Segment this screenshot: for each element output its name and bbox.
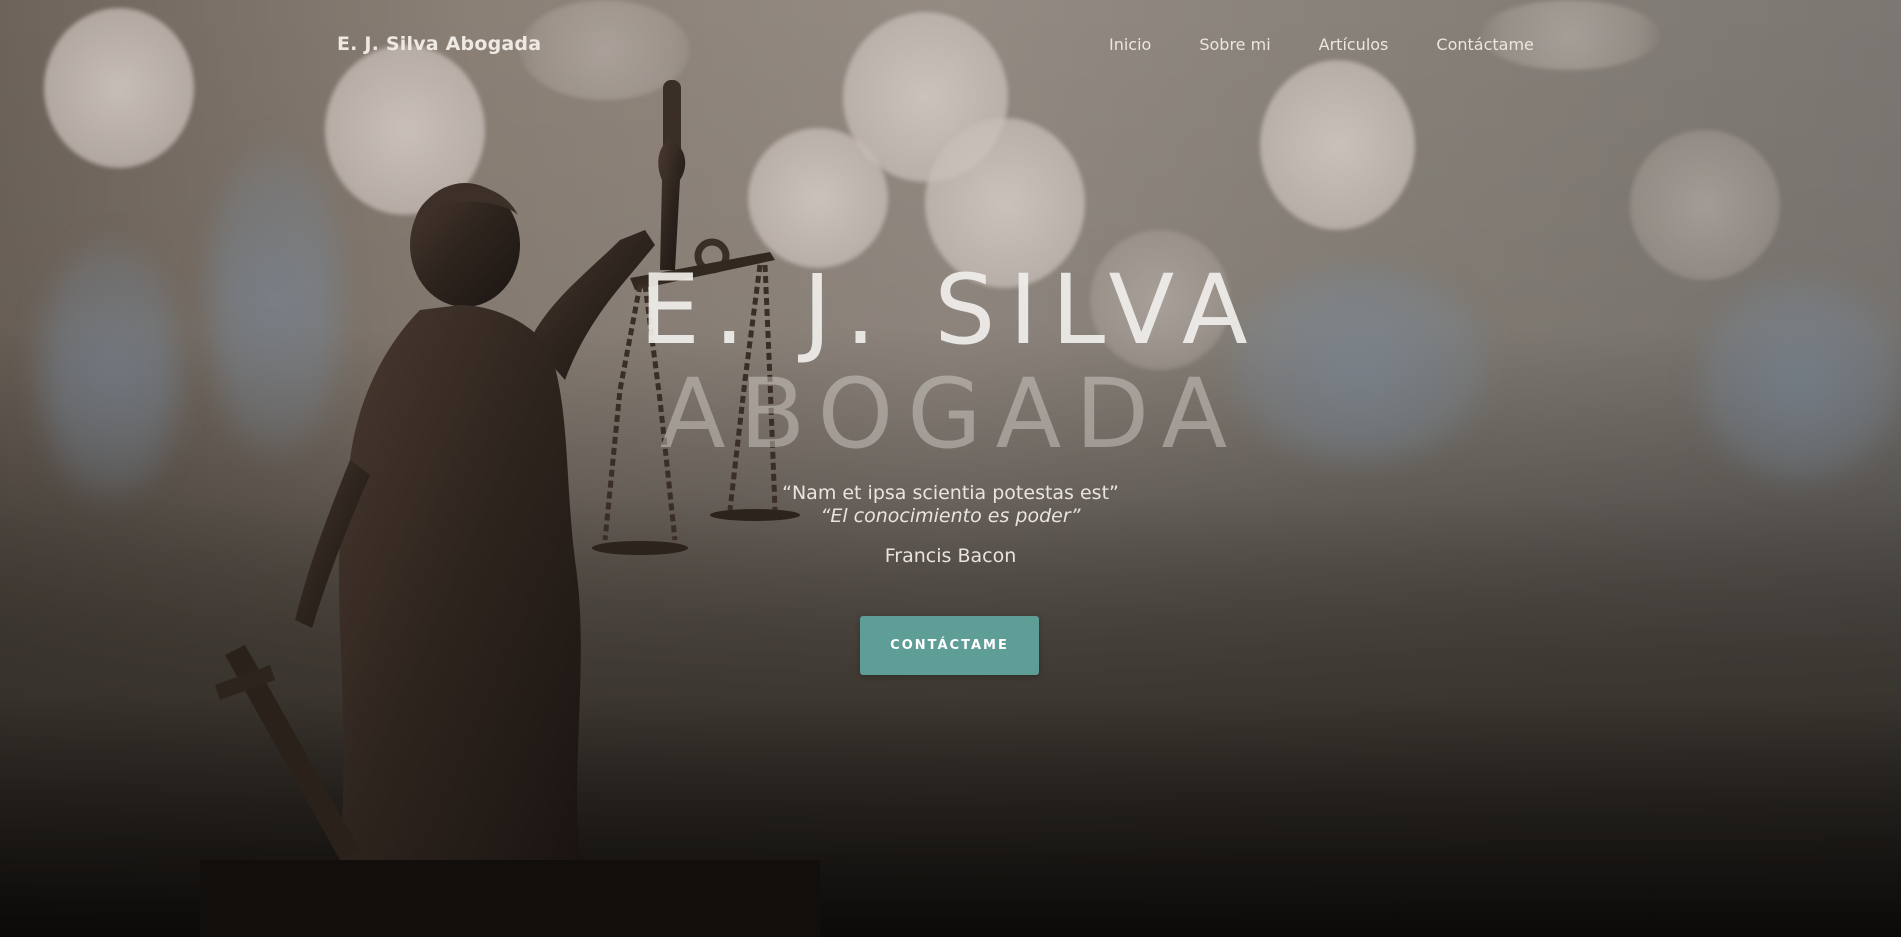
contact-cta-button[interactable]: CONTÁCTAME <box>860 616 1039 675</box>
quote-latin: “Nam et ipsa scientia potestas est” <box>782 482 1119 504</box>
top-navigation: E. J. Silva Abogada Inicio Sobre mi Artí… <box>0 0 1901 90</box>
bokeh-light <box>1630 130 1780 280</box>
nav-link-sobre-mi[interactable]: Sobre mi <box>1199 35 1270 54</box>
quote-author: Francis Bacon <box>884 545 1017 567</box>
nav-link-contactame[interactable]: Contáctame <box>1436 35 1533 54</box>
brand-logo-link[interactable]: E. J. Silva Abogada <box>337 33 541 55</box>
nav-links: Inicio Sobre mi Artículos Contáctame <box>1109 35 1534 54</box>
nav-link-inicio[interactable]: Inicio <box>1109 35 1151 54</box>
hero-title-name: E. J. SILVA <box>639 254 1262 366</box>
hero-title-profession: ABOGADA <box>659 358 1242 470</box>
quote-spanish: “El conocimiento es poder” <box>820 505 1081 527</box>
nav-link-articulos[interactable]: Artículos <box>1319 35 1389 54</box>
